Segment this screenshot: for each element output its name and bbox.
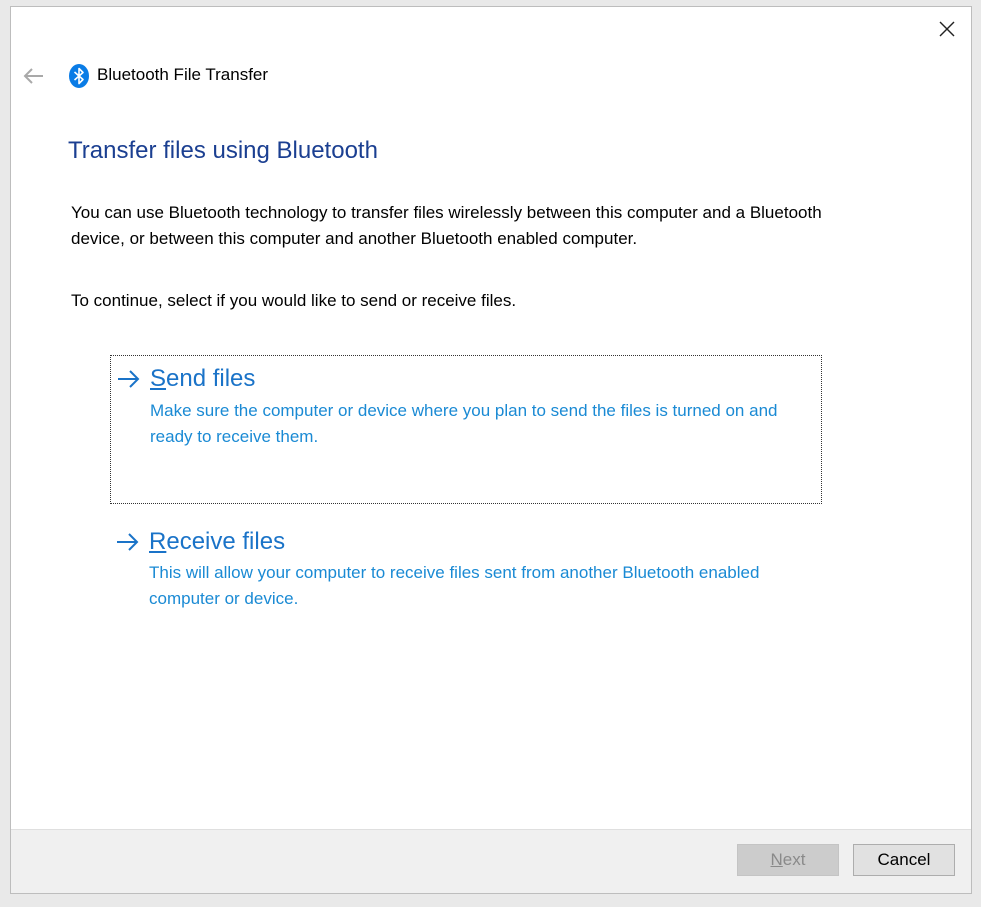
intro-text: You can use Bluetooth technology to tran… bbox=[71, 203, 822, 248]
arrow-right-icon bbox=[118, 370, 140, 388]
back-arrow-icon bbox=[23, 68, 43, 84]
receive-files-title-rest: eceive files bbox=[166, 528, 286, 555]
close-icon bbox=[939, 21, 955, 37]
next-button[interactable]: Next bbox=[737, 844, 839, 876]
send-files-description: Make sure the computer or device where y… bbox=[150, 401, 778, 446]
next-access-key: N bbox=[770, 850, 783, 869]
page-heading: Transfer files using Bluetooth bbox=[68, 137, 378, 164]
receive-files-description: This will allow your computer to receive… bbox=[149, 563, 760, 608]
bluetooth-icon bbox=[69, 64, 89, 88]
receive-files-title: Receive files bbox=[149, 528, 285, 556]
instruction-text: To continue, select if you would like to… bbox=[71, 291, 517, 310]
dialog-window: Bluetooth File Transfer Transfer files u… bbox=[10, 6, 972, 894]
send-files-title-rest: end files bbox=[166, 365, 256, 392]
window-title: Bluetooth File Transfer bbox=[97, 65, 269, 84]
arrow-right-icon bbox=[117, 533, 139, 551]
receive-files-access-key: R bbox=[149, 528, 167, 555]
receive-files-option[interactable]: Receive files This will allow your compu… bbox=[110, 512, 822, 612]
send-files-access-key: S bbox=[150, 365, 167, 392]
close-button[interactable] bbox=[935, 17, 959, 41]
dialog-footer: Next Cancel bbox=[11, 829, 971, 893]
cancel-button[interactable]: Cancel bbox=[853, 844, 955, 876]
send-files-option[interactable]: Send files Make sure the computer or dev… bbox=[110, 355, 822, 504]
send-files-title: Send files bbox=[150, 365, 255, 393]
back-button[interactable] bbox=[21, 65, 47, 87]
next-label-rest: ext bbox=[782, 850, 806, 869]
